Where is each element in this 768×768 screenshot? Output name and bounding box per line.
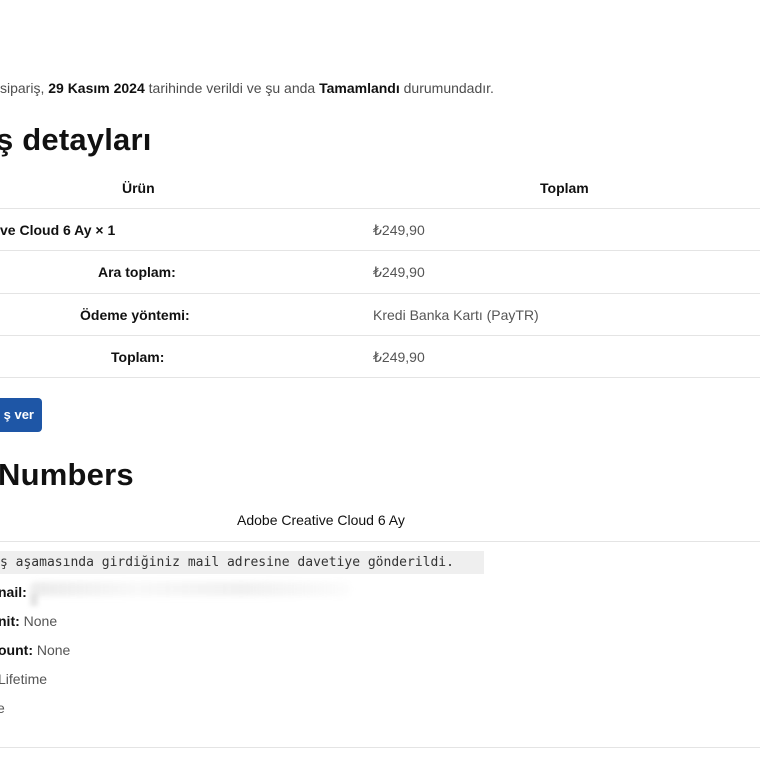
email-label: nail:: [0, 584, 27, 600]
limit-value: None: [23, 613, 58, 629]
extra-field: e: [0, 700, 5, 716]
invite-notice: ş aşamasında girdiğiniz mail adresine da…: [0, 551, 484, 574]
redacted-email: [30, 582, 350, 596]
duration-field: Lifetime: [0, 671, 47, 687]
total-value: ₺249,90: [373, 349, 425, 365]
total-label: Toplam:: [111, 349, 165, 365]
column-total: Toplam: [540, 180, 589, 196]
subtotal-value: ₺249,90: [373, 264, 425, 280]
table-divider: [0, 250, 760, 251]
duration-value: Lifetime: [0, 671, 48, 687]
table-divider: [0, 208, 760, 209]
table-divider: [0, 293, 760, 294]
extra-value: e: [0, 700, 5, 716]
status-text-3: durumundadır.: [399, 80, 494, 96]
reorder-button[interactable]: ş ver: [0, 398, 42, 432]
status-text-2: tarihinde verildi ve şu anda: [144, 80, 320, 96]
numbers-product-header: Adobe Creative Cloud 6 Ay: [237, 512, 405, 528]
product-total: ₺249,90: [373, 222, 425, 238]
limit-field: nit: None: [0, 613, 57, 629]
order-status-line: sipariş, 29 Kasım 2024 tarihinde verildi…: [0, 80, 494, 96]
order-status: Tamamlandı: [319, 80, 400, 96]
account-field: ount: None: [0, 642, 70, 658]
subtotal-label: Ara toplam:: [98, 264, 176, 280]
limit-label: nit:: [0, 613, 20, 629]
table-divider: [0, 541, 760, 542]
account-label: ount:: [0, 642, 33, 658]
numbers-heading: Numbers: [0, 457, 134, 492]
table-divider: [0, 747, 760, 748]
table-divider: [0, 377, 760, 378]
status-text-1: sipariş,: [0, 80, 49, 96]
payment-method-label: Ödeme yöntemi:: [80, 307, 190, 323]
payment-method-value: Kredi Banka Kartı (PayTR): [373, 307, 539, 323]
email-field: nail:: [0, 584, 27, 600]
order-date: 29 Kasım 2024: [48, 80, 145, 96]
product-name[interactable]: ve Cloud 6 Ay × 1: [0, 222, 115, 238]
column-product: Ürün: [122, 180, 155, 196]
redacted-email-mark: [30, 594, 38, 606]
order-details-heading: ş detayları: [0, 122, 152, 157]
account-value: None: [36, 642, 71, 658]
table-divider: [0, 335, 760, 336]
